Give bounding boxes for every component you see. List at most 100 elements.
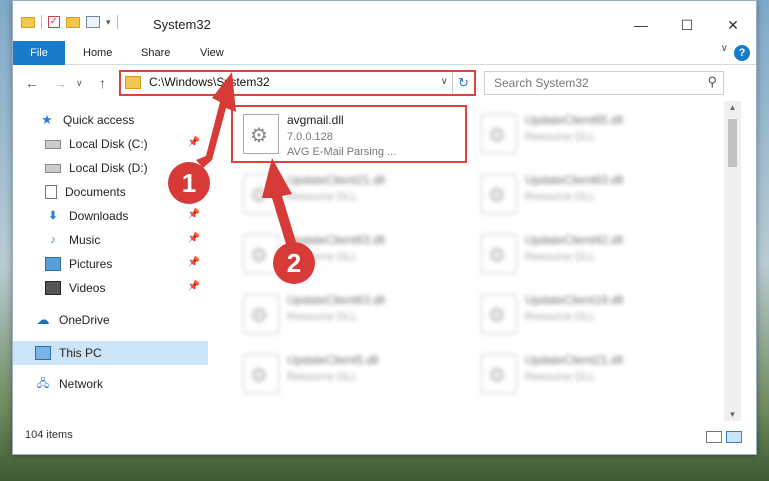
sidebar-item-label: Downloads — [69, 209, 129, 223]
pin-icon[interactable]: 📌 — [188, 281, 200, 292]
sidebar-item-network[interactable]: 🖧 Network — [13, 372, 208, 396]
sidebar-item-label: Network — [59, 377, 104, 391]
cloud-icon: ☁ — [36, 312, 50, 327]
file-name: UpdateClient21.dll — [287, 173, 386, 187]
sidebar-item-label: Music — [69, 233, 101, 247]
close-button[interactable]: ✕ — [710, 11, 756, 39]
sidebar-item-onedrive[interactable]: ☁ OneDrive — [13, 308, 208, 332]
sidebar-item-pictures[interactable]: Pictures 📌 — [13, 252, 208, 276]
tab-file[interactable]: File — [13, 41, 65, 65]
help-button[interactable]: ? — [734, 45, 750, 61]
tab-view[interactable]: View — [200, 41, 224, 65]
file-item[interactable]: UpdateClient42.dll Resource DLL — [473, 229, 703, 279]
tab-share[interactable]: Share — [141, 41, 170, 65]
file-description: Resource DLL — [287, 191, 358, 203]
sidebar-item-local-disk-c[interactable]: Local Disk (C:) 📌 — [13, 132, 208, 156]
file-item[interactable]: UpdateClient63.dll Resource DLL — [473, 169, 703, 219]
scroll-thumb[interactable] — [728, 119, 737, 167]
documents-icon — [45, 185, 57, 199]
search-box[interactable]: Search System32 ⚲ — [484, 71, 724, 95]
sidebar-item-label: Local Disk (C:) — [69, 137, 148, 151]
quick-access-toolbar: ✓ ▾ — [21, 15, 118, 29]
new-folder-icon[interactable] — [66, 16, 80, 28]
file-item[interactable]: UpdateClient21.dll Resource DLL — [473, 349, 703, 399]
scroll-up-icon[interactable]: ▲ — [724, 103, 741, 112]
details-view-icon[interactable] — [706, 431, 722, 443]
address-row: ← → ∨ ↑ C:\Windows\System32 ∨ ↻ Search S… — [13, 65, 756, 101]
file-description: Resource DLL — [287, 371, 358, 383]
file-name: UpdateClient63.dll — [287, 293, 386, 307]
scroll-down-icon[interactable]: ▼ — [724, 410, 741, 419]
sidebar-item-downloads[interactable]: ⬇ Downloads 📌 — [13, 204, 208, 228]
sidebar-item-videos[interactable]: Videos 📌 — [13, 276, 208, 300]
navigation-pane: ★ Quick access Local Disk (C:) 📌 Local D… — [13, 101, 208, 421]
toolbar-separator — [116, 15, 118, 29]
title-bar: ✓ ▾ System32 — ☐ ✕ — [13, 1, 756, 41]
address-dropdown-icon[interactable]: ∨ — [441, 76, 448, 87]
sidebar-item-label: OneDrive — [59, 313, 110, 327]
window-title: System32 — [153, 17, 211, 32]
sidebar-item-this-pc[interactable]: This PC — [13, 341, 208, 365]
dll-file-icon — [481, 114, 517, 154]
sidebar-item-label: This PC — [59, 346, 102, 360]
properties-icon[interactable] — [86, 16, 100, 28]
up-button[interactable]: ↑ — [99, 75, 106, 91]
sidebar-item-music[interactable]: ♪ Music 📌 — [13, 228, 208, 252]
file-name: UpdateClient42.dll — [525, 233, 624, 247]
file-name: UpdateClient5.dll — [287, 353, 379, 367]
refresh-button[interactable]: ↻ — [452, 72, 474, 94]
address-path[interactable]: C:\Windows\System32 — [149, 75, 270, 89]
download-icon: ⬇ — [48, 210, 58, 222]
folder-icon — [21, 16, 35, 28]
minimize-button[interactable]: — — [618, 11, 664, 39]
file-name: UpdateClient63.dll — [525, 173, 624, 187]
vertical-scrollbar[interactable]: ▲ ▼ — [724, 101, 741, 421]
star-icon: ★ — [41, 112, 53, 127]
dll-file-icon — [243, 174, 279, 214]
sidebar-item-label: Videos — [69, 281, 106, 295]
ribbon-tabs: File Home Share View ∨ ? — [13, 41, 756, 65]
maximize-button[interactable]: ☐ — [664, 11, 710, 39]
file-item[interactable]: UpdateClient21.dll Resource DLL — [235, 169, 465, 219]
tab-home[interactable]: Home — [83, 41, 112, 65]
pin-icon[interactable]: 📌 — [188, 257, 200, 268]
item-count: 104 items — [25, 429, 73, 441]
dll-file-icon — [481, 174, 517, 214]
file-description: Resource DLL — [287, 311, 358, 323]
pin-icon[interactable]: 📌 — [188, 233, 200, 244]
file-name: UpdateClient19.dll — [525, 293, 624, 307]
expand-ribbon-icon[interactable]: ∨ — [721, 43, 728, 54]
window-controls: — ☐ ✕ — [618, 11, 756, 39]
dll-file-icon — [243, 354, 279, 394]
dll-file-icon — [481, 354, 517, 394]
file-explorer-window: ✓ ▾ System32 — ☐ ✕ File Home Share View … — [12, 0, 757, 455]
file-item[interactable]: UpdateClient65.dll Resource DLL — [473, 109, 703, 159]
network-icon: 🖧 — [36, 378, 50, 390]
file-name: UpdateClient21.dll — [525, 353, 624, 367]
search-icon[interactable]: ⚲ — [707, 74, 717, 90]
music-icon: ♪ — [50, 234, 56, 246]
toolbar-separator — [41, 15, 42, 29]
dll-file-icon — [481, 234, 517, 274]
step-2-badge: 2 — [273, 242, 315, 284]
search-input[interactable]: Search System32 — [494, 76, 589, 90]
file-description: Resource DLL — [525, 251, 596, 263]
back-button[interactable]: ← — [25, 75, 39, 91]
tiles-view-icon[interactable] — [726, 431, 742, 443]
forward-button[interactable]: → — [53, 75, 67, 91]
sidebar-item-quick-access[interactable]: ★ Quick access — [13, 108, 208, 132]
videos-icon — [45, 281, 61, 295]
file-item[interactable]: UpdateClient5.dll Resource DLL — [235, 349, 465, 399]
pin-icon[interactable]: 📌 — [188, 209, 200, 220]
pin-icon[interactable]: 📌 — [188, 137, 200, 148]
address-bar[interactable]: C:\Windows\System32 ∨ ↻ — [119, 70, 476, 96]
customize-toolbar-icon[interactable]: ▾ — [106, 17, 111, 28]
file-description: Resource DLL — [525, 311, 596, 323]
properties-check-icon[interactable]: ✓ — [48, 16, 60, 28]
file-name: UpdateClient65.dll — [525, 113, 624, 127]
file-item[interactable]: UpdateClient63.dll Resource DLL — [235, 289, 465, 339]
file-item[interactable]: UpdateClient19.dll Resource DLL — [473, 289, 703, 339]
pictures-icon — [45, 257, 61, 271]
recent-locations-button[interactable]: ∨ — [76, 78, 83, 89]
file-item[interactable]: UpdateClient63.dll Resource DLL — [235, 229, 465, 279]
